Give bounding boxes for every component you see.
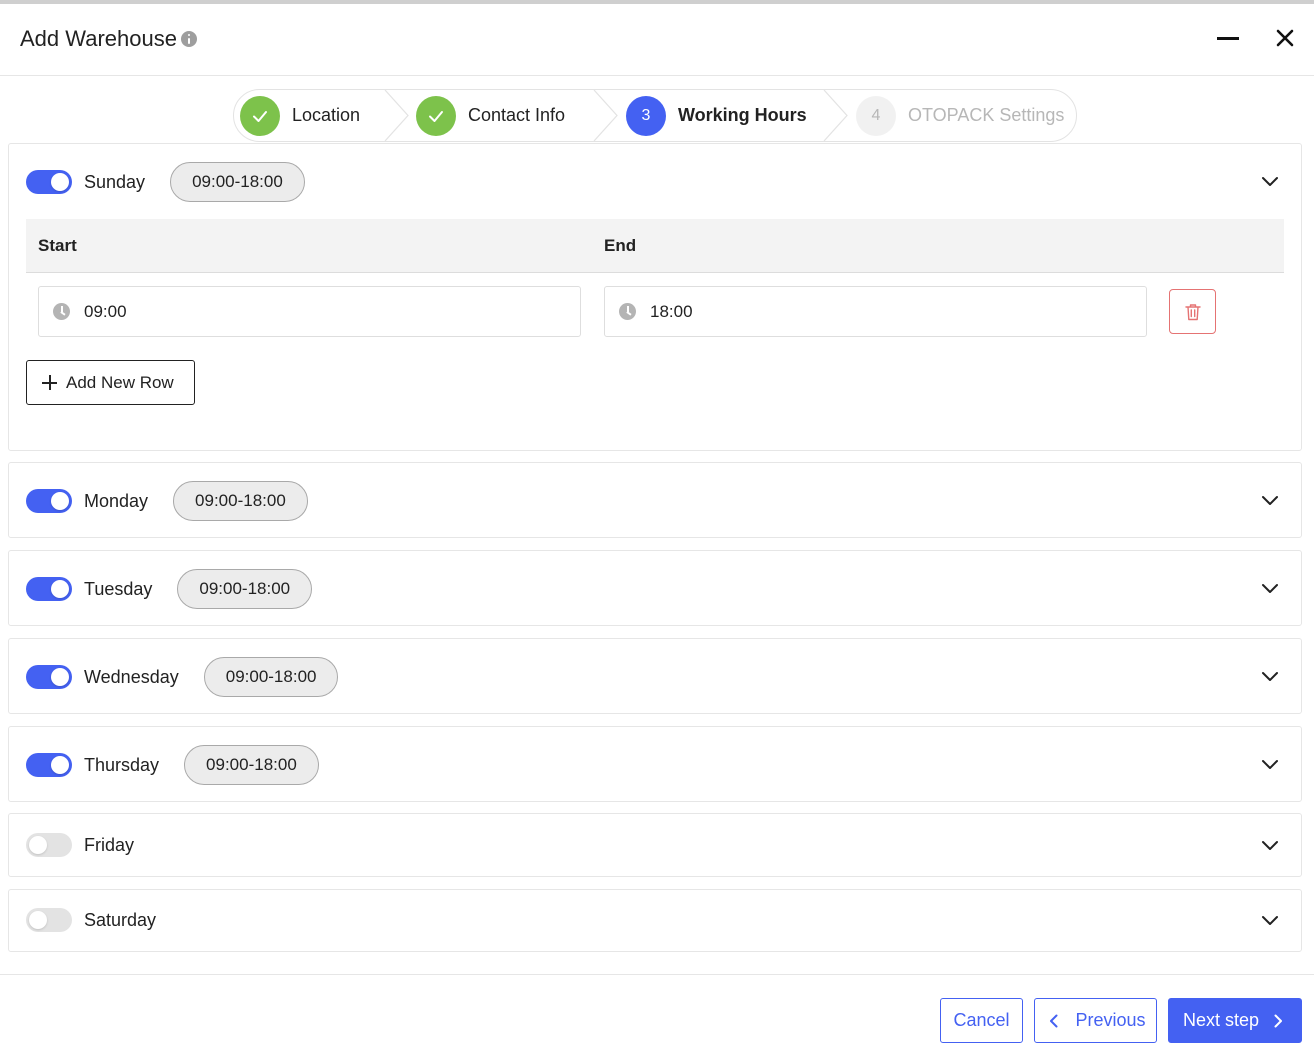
step-working-hours-label: Working Hours [678, 105, 807, 125]
day-card-thursday: Thursday 09:00-18:00 [8, 726, 1302, 802]
end-time-input[interactable]: 18:00 [604, 286, 1147, 337]
plus-icon [42, 375, 57, 390]
step-separator-chevron-icon [384, 90, 409, 141]
day-header-tuesday[interactable]: Tuesday 09:00-18:00 [26, 569, 313, 609]
day-header-sunday: Sunday 09:00-18:00 [26, 162, 305, 202]
day-toggle-thursday[interactable] [26, 753, 72, 777]
delete-row-button[interactable] [1169, 289, 1216, 334]
day-toggle-tuesday[interactable] [26, 577, 72, 601]
day-card-monday: Monday 09:00-18:00 [8, 462, 1302, 538]
hours-badge-wednesday: 09:00-18:00 [203, 657, 339, 697]
day-toggle-monday[interactable] [26, 489, 72, 513]
hours-table-header: Start End [26, 219, 1284, 273]
toggle-knob [29, 911, 47, 929]
day-toggle-friday[interactable] [26, 833, 72, 857]
day-header-monday[interactable]: Monday 09:00-18:00 [26, 481, 308, 521]
hours-badge-sunday: 09:00-18:00 [170, 162, 305, 202]
step-contact-info-status [416, 95, 456, 136]
close-icon [1276, 29, 1294, 47]
step-working-hours-number: 3 [626, 95, 666, 136]
toggle-knob [51, 756, 69, 774]
day-label-sunday: Sunday [84, 171, 146, 192]
chevron-down-icon[interactable] [1259, 834, 1281, 856]
close-button[interactable] [1271, 24, 1299, 52]
step-separator-chevron-icon [823, 90, 848, 141]
chevron-down-icon[interactable] [1259, 489, 1281, 511]
next-step-button[interactable]: Next step [1168, 998, 1302, 1043]
day-card-friday: Friday [8, 813, 1302, 877]
day-toggle-saturday[interactable] [26, 908, 72, 932]
step-otopack-settings-label: OTOPACK Settings [908, 105, 1065, 125]
day-label-monday: Monday [84, 490, 149, 511]
cancel-button[interactable]: Cancel [940, 998, 1023, 1043]
modal-title-wrap: Add Warehouse [20, 26, 197, 52]
day-label-friday: Friday [84, 834, 135, 855]
step-separator-chevron-icon [593, 90, 618, 141]
step-otopack-settings-number: 4 [856, 95, 896, 136]
check-icon [253, 110, 267, 122]
day-label-wednesday: Wednesday [84, 666, 179, 687]
step-location[interactable]: Location [240, 90, 360, 141]
day-card-saturday: Saturday [8, 889, 1302, 952]
toggle-knob [51, 173, 69, 191]
modal-header: Add Warehouse [0, 4, 1314, 76]
column-start: Start [38, 236, 77, 255]
column-end: End [604, 236, 637, 255]
next-step-label: Next step [1182, 1010, 1260, 1030]
day-label-saturday: Saturday [84, 909, 157, 930]
day-header-wednesday[interactable]: Wednesday 09:00-18:00 [26, 657, 339, 697]
add-new-row-button[interactable]: Add New Row [26, 360, 195, 405]
modal-title: Add Warehouse [20, 26, 177, 51]
hours-badge-thursday: 09:00-18:00 [184, 745, 319, 785]
chevron-left-icon [1050, 1014, 1058, 1027]
start-time-input[interactable]: 09:00 [38, 286, 581, 337]
step-location-status [240, 95, 280, 136]
toggle-knob [51, 668, 69, 686]
chevron-down-icon[interactable] [1259, 577, 1281, 599]
day-card-sunday: Sunday 09:00-18:00 Start End 09:00 18:00… [8, 143, 1302, 451]
chevron-down-icon[interactable] [1259, 753, 1281, 775]
minimize-button[interactable] [1214, 24, 1242, 52]
step-otopack-settings[interactable]: 4 OTOPACK Settings [856, 90, 1064, 141]
day-toggle-wednesday[interactable] [26, 665, 72, 689]
clock-icon [619, 303, 636, 320]
chevron-right-icon [1274, 1014, 1283, 1027]
trash-icon [1184, 303, 1201, 320]
info-icon[interactable] [180, 31, 197, 47]
day-header-friday[interactable]: Friday [26, 833, 134, 857]
chevron-up-icon[interactable] [1259, 170, 1281, 192]
step-location-label: Location [292, 105, 361, 125]
previous-label: Previous [1075, 1010, 1146, 1030]
chevron-down-icon[interactable] [1259, 909, 1281, 931]
step-contact-info-label: Contact Info [468, 105, 566, 125]
clock-icon [53, 303, 70, 320]
add-new-row-label: Add New Row [66, 372, 174, 392]
toggle-knob [29, 836, 47, 854]
day-label-thursday: Thursday [84, 754, 160, 775]
day-label-tuesday: Tuesday [84, 578, 153, 599]
day-header-saturday[interactable]: Saturday [26, 908, 156, 932]
day-card-tuesday: Tuesday 09:00-18:00 [8, 550, 1302, 626]
toggle-knob [51, 492, 69, 510]
wizard-stepper: Location Contact Info 3 Working Hours 4 … [233, 89, 1077, 142]
hours-badge-tuesday: 09:00-18:00 [177, 569, 313, 609]
hours-badge-monday: 09:00-18:00 [173, 481, 308, 521]
day-toggle-sunday[interactable] [26, 170, 72, 194]
toggle-knob [51, 580, 69, 598]
chevron-down-icon[interactable] [1259, 665, 1281, 687]
day-header-thursday[interactable]: Thursday 09:00-18:00 [26, 745, 319, 785]
start-time-value: 09:00 [84, 301, 127, 321]
cancel-label: Cancel [953, 1010, 1010, 1030]
day-card-wednesday: Wednesday 09:00-18:00 [8, 638, 1302, 714]
footer-divider [0, 974, 1314, 975]
step-contact-info[interactable]: Contact Info [416, 90, 565, 141]
end-time-value: 18:00 [650, 301, 693, 321]
check-icon [429, 110, 443, 122]
previous-button[interactable]: Previous [1034, 998, 1157, 1043]
step-working-hours[interactable]: 3 Working Hours [626, 90, 807, 141]
